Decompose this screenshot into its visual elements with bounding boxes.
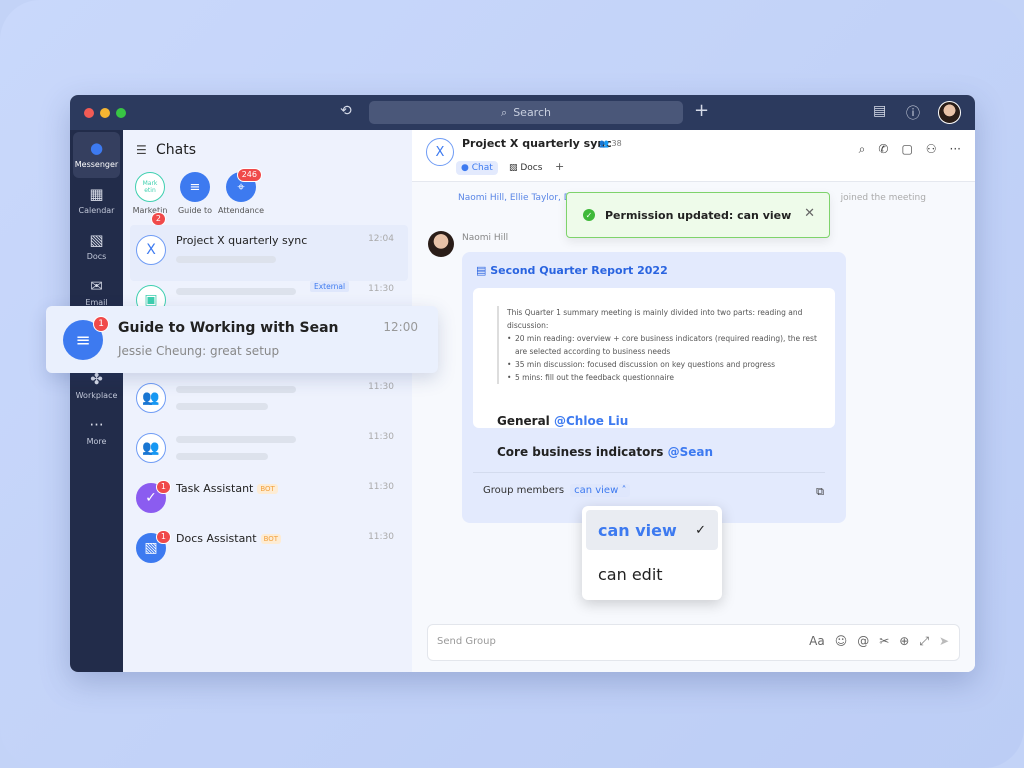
mention-icon[interactable]: @ — [857, 634, 869, 649]
maximize-window-button[interactable] — [116, 108, 126, 118]
rail-more[interactable]: ··· More — [73, 409, 120, 455]
sender-avatar[interactable] — [428, 231, 454, 257]
email-icon: ✉ — [90, 277, 103, 295]
minimize-window-button[interactable] — [100, 108, 110, 118]
rail-docs[interactable]: ▧ Docs — [73, 224, 120, 270]
task-icon: ✓ 1 — [136, 480, 171, 513]
rail-calendar[interactable]: ▦ Calendar — [73, 178, 120, 224]
location-icon: ⌖ 246 — [226, 168, 262, 202]
more-icon: ··· — [89, 416, 104, 434]
add-circle-icon[interactable]: ⊕ — [899, 634, 909, 649]
docs-icon: ▧ 1 — [136, 530, 171, 563]
chat-header: X Project X quarterly sync 👥 38 ● Chat ▧… — [412, 130, 975, 182]
add-icon[interactable]: + — [694, 100, 709, 121]
scissors-icon[interactable]: ✂ — [879, 634, 889, 649]
check-circle-icon: ✓ — [583, 209, 595, 221]
tab-docs[interactable]: ▧ Docs — [504, 161, 547, 175]
collapse-icon[interactable]: ☰ — [136, 143, 147, 157]
sender-name: Naomi Hill — [462, 233, 509, 243]
list-icon: ≡ — [180, 172, 210, 202]
message-input[interactable]: Send Group Aa ☺ @ ✂ ⊕ ⤢ ➤ — [427, 624, 960, 661]
notification-icon[interactable]: ▤ — [873, 103, 886, 119]
chat-row-docs-assistant[interactable]: ▧ 1 Docs Assistant BOT 11:30 — [130, 523, 408, 579]
calendar-icon[interactable]: ▢ — [901, 142, 912, 157]
member-count[interactable]: 👥 38 — [599, 139, 622, 148]
calendar-icon: ▦ — [89, 185, 104, 203]
workplace-icon: ✤ — [90, 370, 103, 388]
docs-icon: ▧ — [89, 231, 104, 249]
emoji-icon[interactable]: ☺ — [835, 634, 848, 649]
group-icon: 👥 — [136, 383, 166, 413]
option-can-edit[interactable]: can edit — [586, 554, 718, 594]
add-member-icon[interactable]: ⚇ — [926, 142, 937, 157]
chat-avatar: X — [426, 138, 454, 166]
group-icon: 👥 — [136, 433, 166, 463]
divider — [473, 472, 825, 473]
placeholder-bar — [176, 453, 268, 460]
help-icon[interactable]: ⓘ — [906, 103, 920, 123]
placeholder-bar — [176, 386, 296, 393]
close-icon[interactable]: ✕ — [804, 206, 815, 221]
doc-title[interactable]: ▤ Second Quarter Report 2022 — [476, 264, 668, 277]
search-input[interactable]: ⌕ Search — [369, 101, 683, 124]
titlebar: ⟲ ⌕ Search + ▤ ⓘ — [70, 95, 975, 130]
messenger-icon: ● — [89, 139, 104, 157]
chat-row[interactable]: 👥 11:30 — [130, 373, 408, 429]
chats-title: Chats — [156, 142, 197, 158]
placeholder-bar — [176, 256, 276, 263]
tab-chat[interactable]: ● Chat — [456, 161, 498, 175]
pinned-attendance[interactable]: ⌖ 246 Attendance — [211, 168, 271, 215]
chat-pane: X Project X quarterly sync 👥 38 ● Chat ▧… — [412, 130, 975, 672]
doc-heading-core: Core business indicators @Sean — [497, 445, 714, 459]
more-icon[interactable]: ··· — [950, 142, 961, 157]
font-icon[interactable]: Aa — [809, 634, 825, 649]
rail-messenger[interactable]: ● Messenger — [73, 132, 120, 178]
search-icon: ⌕ — [501, 105, 508, 119]
doc-message-card[interactable]: ▤ Second Quarter Report 2022 This Quarte… — [462, 252, 846, 523]
app-window: ⟲ ⌕ Search + ▤ ⓘ ● Messenger ▦ Calendar ▧ Do… — [70, 95, 975, 672]
check-icon: ✓ — [695, 522, 706, 538]
nav-rail: ● Messenger ▦ Calendar ▧ Docs ✉ Email ✤ Workp… — [70, 130, 123, 672]
toast-notification: ✓ Permission updated: can view ✕ — [566, 192, 830, 238]
doc-preview: This Quarter 1 summary meeting is mainly… — [473, 288, 835, 428]
add-tab-button[interactable]: + — [550, 158, 569, 175]
history-icon[interactable]: ⟲ — [340, 103, 352, 119]
send-icon[interactable]: ➤ — [939, 634, 949, 649]
chat-row[interactable]: 👥 11:30 — [130, 423, 408, 479]
chat-row-task-assistant[interactable]: ✓ 1 Task Assistant BOT 11:30 — [130, 473, 408, 529]
chat-title: Project X quarterly sync — [462, 137, 612, 150]
call-icon[interactable]: ✆ — [878, 142, 888, 157]
option-can-view[interactable]: can view ✓ — [586, 510, 718, 550]
doc-heading-general: General @Chloe Liu — [497, 414, 629, 428]
permission-select[interactable]: can view ˄ — [570, 484, 631, 497]
doc-quote: This Quarter 1 summary meeting is mainly… — [497, 306, 817, 384]
floating-chat-card[interactable]: ≡ 1 Guide to Working with Sean Jessie Che… — [46, 306, 438, 373]
permission-dropdown: can view ✓ can edit — [582, 506, 722, 600]
search-icon[interactable]: ⌕ — [859, 142, 866, 157]
close-window-button[interactable] — [84, 108, 94, 118]
copy-icon[interactable]: ⧉ — [816, 485, 824, 499]
placeholder-bar — [176, 288, 296, 295]
list-icon: ≡ 1 — [63, 316, 109, 360]
chat-list: ☰ Chats Mark etin 2 Marketin ≡ Guide to ⌖ 24… — [123, 130, 412, 672]
user-avatar[interactable] — [938, 101, 961, 124]
expand-icon[interactable]: ⤢ — [919, 634, 929, 649]
placeholder-bar — [176, 436, 296, 443]
chat-row[interactable]: X Project X quarterly sync 12:04 — [130, 225, 408, 281]
placeholder-bar — [176, 403, 268, 410]
external-tag: External — [310, 281, 350, 292]
